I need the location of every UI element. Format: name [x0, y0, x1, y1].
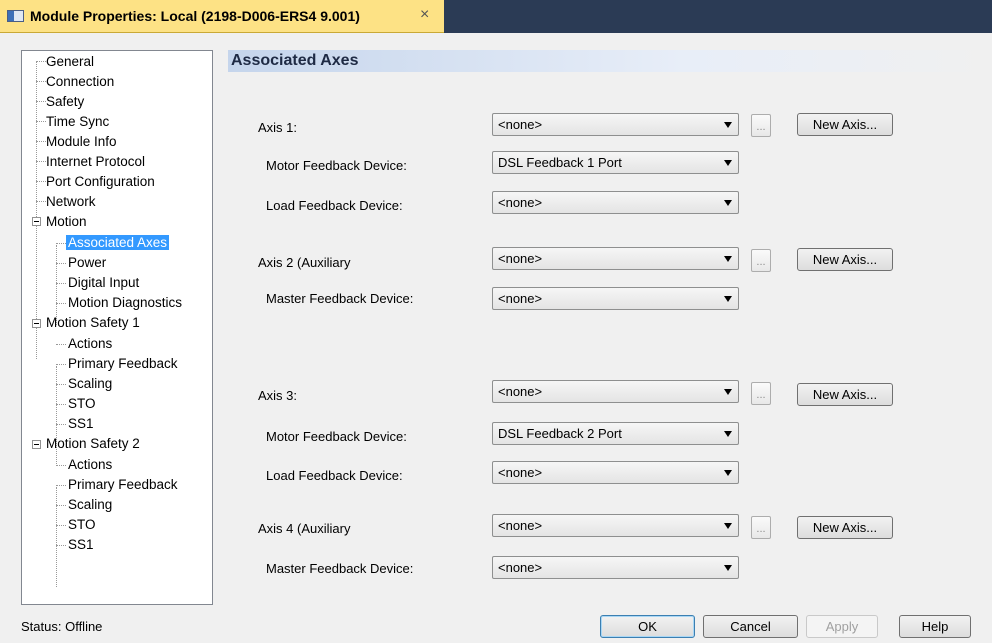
- tree-item-motion-diagnostics[interactable]: Motion Diagnostics: [66, 293, 184, 312]
- axis-4-ellipsis-button[interactable]: ...: [751, 516, 771, 539]
- category-tree[interactable]: General Connection Safety Time Sync Modu…: [21, 50, 213, 605]
- axis-3-load-feedback-label: Load Feedback Device:: [266, 468, 403, 483]
- axis-1-motor-feedback-value: DSL Feedback 1 Port: [498, 155, 622, 170]
- axis-4-value: <none>: [498, 518, 543, 533]
- axis-4-master-feedback-label: Master Feedback Device:: [266, 561, 414, 576]
- axis-1-new-axis-button[interactable]: New Axis...: [797, 113, 893, 136]
- tree-item-ms2-ss1[interactable]: SS1: [66, 535, 96, 554]
- chevron-down-icon: [724, 160, 732, 166]
- section-header: Associated Axes: [228, 50, 992, 72]
- axis-3-value: <none>: [498, 384, 543, 399]
- tree-item-ms1-ss1[interactable]: SS1: [66, 414, 96, 433]
- axis-3-load-feedback-dropdown[interactable]: <none>: [492, 461, 739, 484]
- axis-4-dropdown[interactable]: <none>: [492, 514, 739, 537]
- status-text: Status: Offline: [21, 619, 103, 634]
- axis-3-motor-feedback-dropdown[interactable]: DSL Feedback 2 Port: [492, 422, 739, 445]
- chevron-down-icon: [724, 256, 732, 262]
- axis-1-ellipsis-button[interactable]: ...: [751, 114, 771, 137]
- axis-3-load-feedback-value: <none>: [498, 465, 543, 480]
- tree-item-time-sync[interactable]: Time Sync: [44, 112, 111, 131]
- collapse-motion-safety-2-icon[interactable]: [32, 440, 41, 449]
- tree-item-ms1-primary-feedback[interactable]: Primary Feedback: [66, 354, 180, 373]
- cancel-button[interactable]: Cancel: [703, 615, 798, 638]
- collapse-motion-icon[interactable]: [32, 217, 41, 226]
- chevron-down-icon: [724, 200, 732, 206]
- tree-item-motion[interactable]: Motion: [44, 212, 89, 231]
- ok-button[interactable]: OK: [600, 615, 695, 638]
- tree-item-ms1-scaling[interactable]: Scaling: [66, 374, 114, 393]
- chevron-down-icon: [724, 565, 732, 571]
- axis-2-master-feedback-label: Master Feedback Device:: [266, 291, 414, 306]
- tree-item-power[interactable]: Power: [66, 253, 108, 272]
- module-properties-dialog: General Connection Safety Time Sync Modu…: [0, 33, 992, 643]
- axis-1-dropdown[interactable]: <none>: [492, 113, 739, 136]
- title-bar: Module Properties: Local (2198-D006-ERS4…: [0, 0, 992, 33]
- axis-3-new-axis-button[interactable]: New Axis...: [797, 383, 893, 406]
- axis-3-label: Axis 3:: [258, 388, 298, 403]
- axis-2-new-axis-button[interactable]: New Axis...: [797, 248, 893, 271]
- axis-2-value: <none>: [498, 251, 543, 266]
- axis-2-dropdown[interactable]: <none>: [492, 247, 739, 270]
- tree-item-ms1-actions[interactable]: Actions: [66, 334, 114, 353]
- tree-item-internet-protocol[interactable]: Internet Protocol: [44, 152, 147, 171]
- tree-item-module-info[interactable]: Module Info: [44, 132, 119, 151]
- tree-item-port-configuration[interactable]: Port Configuration: [44, 172, 157, 191]
- tree-item-safety[interactable]: Safety: [44, 92, 86, 111]
- axis-1-load-feedback-value: <none>: [498, 195, 543, 210]
- axis-3-motor-feedback-label: Motor Feedback Device:: [266, 429, 407, 444]
- axis-1-load-feedback-dropdown[interactable]: <none>: [492, 191, 739, 214]
- chevron-down-icon: [724, 122, 732, 128]
- tree-item-connection[interactable]: Connection: [44, 72, 116, 91]
- axis-4-master-feedback-value: <none>: [498, 560, 543, 575]
- tree-item-ms2-sto[interactable]: STO: [66, 515, 98, 534]
- window-title: Module Properties: Local (2198-D006-ERS4…: [30, 8, 360, 24]
- help-button[interactable]: Help: [899, 615, 971, 638]
- tree-item-ms1-sto[interactable]: STO: [66, 394, 98, 413]
- axis-3-dropdown[interactable]: <none>: [492, 380, 739, 403]
- axis-2-master-feedback-dropdown[interactable]: <none>: [492, 287, 739, 310]
- chevron-down-icon: [724, 431, 732, 437]
- axis-4-new-axis-button[interactable]: New Axis...: [797, 516, 893, 539]
- axis-1-value: <none>: [498, 117, 543, 132]
- tree-item-ms2-scaling[interactable]: Scaling: [66, 495, 114, 514]
- axis-4-label: Axis 4 (Auxiliary: [258, 521, 351, 536]
- chevron-down-icon: [724, 389, 732, 395]
- close-icon[interactable]: ×: [420, 6, 429, 24]
- tree-item-network[interactable]: Network: [44, 192, 98, 211]
- apply-button[interactable]: Apply: [806, 615, 878, 638]
- axis-4-master-feedback-dropdown[interactable]: <none>: [492, 556, 739, 579]
- axis-2-label: Axis 2 (Auxiliary: [258, 255, 351, 270]
- tree-item-ms2-actions[interactable]: Actions: [66, 455, 114, 474]
- chevron-down-icon: [724, 470, 732, 476]
- tree-item-general[interactable]: General: [44, 52, 96, 71]
- axis-2-ellipsis-button[interactable]: ...: [751, 249, 771, 272]
- document-tab[interactable]: Module Properties: Local (2198-D006-ERS4…: [0, 0, 444, 33]
- axis-1-motor-feedback-label: Motor Feedback Device:: [266, 158, 407, 173]
- axis-3-ellipsis-button[interactable]: ...: [751, 382, 771, 405]
- tree-item-associated-axes[interactable]: Associated Axes: [66, 233, 170, 252]
- tree-item-ms2-primary-feedback[interactable]: Primary Feedback: [66, 475, 180, 494]
- axis-1-motor-feedback-dropdown[interactable]: DSL Feedback 1 Port: [492, 151, 739, 174]
- module-icon: [7, 10, 24, 22]
- axis-1-load-feedback-label: Load Feedback Device:: [266, 198, 403, 213]
- chevron-down-icon: [724, 296, 732, 302]
- chevron-down-icon: [724, 523, 732, 529]
- axis-2-master-feedback-value: <none>: [498, 291, 543, 306]
- tree-item-motion-safety-1[interactable]: Motion Safety 1: [44, 313, 142, 332]
- tree-item-digital-input[interactable]: Digital Input: [66, 273, 141, 292]
- collapse-motion-safety-1-icon[interactable]: [32, 319, 41, 328]
- axis-3-motor-feedback-value: DSL Feedback 2 Port: [498, 426, 622, 441]
- axis-1-label: Axis 1:: [258, 120, 298, 135]
- tree-item-motion-safety-2[interactable]: Motion Safety 2: [44, 434, 142, 453]
